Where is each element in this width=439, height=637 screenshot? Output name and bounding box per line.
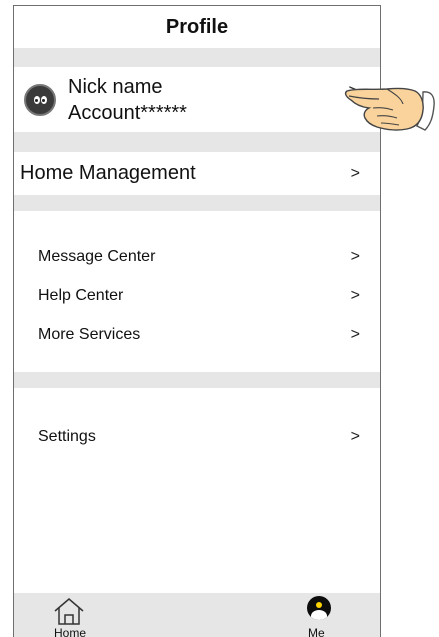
section-divider xyxy=(14,48,380,67)
section-divider xyxy=(14,372,380,388)
avatar-eye-right xyxy=(41,95,47,104)
bottom-nav: Home Me xyxy=(14,593,380,637)
help-center-label: Help Center xyxy=(38,286,124,304)
profile-screen: Profile Nick name Account****** > Home M… xyxy=(13,5,381,637)
message-center-label: Message Center xyxy=(38,247,156,265)
menu-item-message-center[interactable]: Message Center > xyxy=(14,237,380,276)
chevron-right-icon: > xyxy=(350,164,360,182)
avatar-icon xyxy=(24,83,56,116)
menu-item-help-center[interactable]: Help Center > xyxy=(14,276,380,315)
menu-item-home-management[interactable]: Home Management > xyxy=(14,152,380,195)
chevron-right-icon: > xyxy=(350,427,360,445)
nav-tab-me[interactable]: Me xyxy=(304,593,344,637)
account-id: Account****** xyxy=(68,101,187,124)
profile-text: Nick name Account****** xyxy=(68,74,187,126)
avatar-eye-left xyxy=(34,95,40,104)
more-services-label: More Services xyxy=(38,325,141,343)
nav-tab-home[interactable]: Home xyxy=(48,593,108,637)
chevron-right-icon: > xyxy=(350,325,360,343)
menu-item-more-services[interactable]: More Services > xyxy=(14,315,380,354)
chevron-right-icon: > xyxy=(350,247,360,265)
nav-home-label: Home xyxy=(54,626,87,637)
section-divider xyxy=(14,132,380,152)
menu-item-settings[interactable]: Settings > xyxy=(14,417,380,456)
nickname: Nick name xyxy=(68,75,163,98)
profile-card[interactable]: Nick name Account****** > xyxy=(14,67,380,132)
settings-label: Settings xyxy=(38,427,96,445)
page-title: Profile xyxy=(165,15,229,38)
nav-me-label: Me xyxy=(308,626,325,637)
home-management-label: Home Management xyxy=(20,162,196,184)
user-avatar-icon xyxy=(307,596,331,620)
house-icon xyxy=(54,598,84,625)
section-divider xyxy=(14,195,380,211)
chevron-right-icon: > xyxy=(350,286,360,304)
pointing-hand-icon xyxy=(344,87,435,131)
